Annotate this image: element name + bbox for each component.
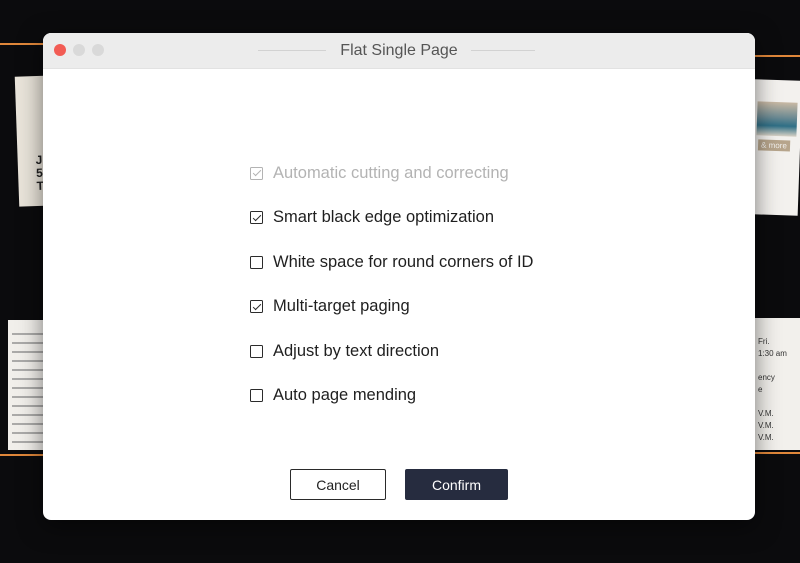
checkbox-smart-black-edge[interactable] bbox=[250, 211, 263, 225]
option-adjust-text-direction[interactable]: Adjust by text direction bbox=[250, 329, 533, 374]
option-label: Automatic cutting and correcting bbox=[273, 163, 509, 182]
background-card: Fri. 1:30 am ency e V.M. V.M. V.M. bbox=[752, 318, 800, 450]
flat-single-page-dialog: Flat Single Page Automatic cutting and c… bbox=[43, 33, 755, 520]
option-label[interactable]: Smart black edge optimization bbox=[273, 208, 494, 227]
crop-guide-line bbox=[0, 454, 45, 456]
option-label[interactable]: Adjust by text direction bbox=[273, 342, 439, 361]
option-white-space-round-corners[interactable]: White space for round corners of ID bbox=[250, 240, 533, 285]
background-card-caption: & more bbox=[757, 139, 791, 152]
checkbox-auto-page-mending[interactable] bbox=[250, 389, 263, 403]
background-card: & more bbox=[749, 79, 800, 216]
options-list: Automatic cutting and correcting Smart b… bbox=[250, 151, 533, 418]
window-title: Flat Single Page bbox=[340, 42, 458, 59]
option-label[interactable]: White space for round corners of ID bbox=[273, 253, 533, 272]
option-label[interactable]: Auto page mending bbox=[273, 386, 416, 405]
crop-guide-line bbox=[755, 55, 800, 57]
option-automatic-cutting: Automatic cutting and correcting bbox=[250, 151, 533, 196]
confirm-button[interactable]: Confirm bbox=[405, 469, 508, 500]
option-multi-target-paging[interactable]: Multi-target paging bbox=[250, 285, 533, 330]
background-card-text-lines bbox=[12, 326, 46, 450]
checkbox-adjust-text-direction[interactable] bbox=[250, 344, 263, 358]
background-card-photo bbox=[756, 101, 798, 137]
background-card bbox=[8, 320, 48, 450]
option-auto-page-mending[interactable]: Auto page mending bbox=[250, 374, 533, 419]
option-smart-black-edge[interactable]: Smart black edge optimization bbox=[250, 196, 533, 241]
checkbox-multi-target-paging[interactable] bbox=[250, 300, 263, 314]
title-bar[interactable]: Flat Single Page bbox=[43, 33, 755, 69]
desktop-background: J 5: Tu & more Fri. 1:30 am ency e V.M. … bbox=[0, 0, 800, 563]
crop-guide-line bbox=[0, 43, 45, 45]
checkbox-white-space-round-corners[interactable] bbox=[250, 255, 263, 269]
checkbox-automatic-cutting bbox=[250, 166, 263, 180]
background-card-text: Fri. 1:30 am ency e V.M. V.M. V.M. bbox=[758, 337, 787, 442]
crop-guide-line bbox=[755, 452, 800, 454]
cancel-button[interactable]: Cancel bbox=[290, 469, 386, 500]
option-label[interactable]: Multi-target paging bbox=[273, 297, 410, 316]
